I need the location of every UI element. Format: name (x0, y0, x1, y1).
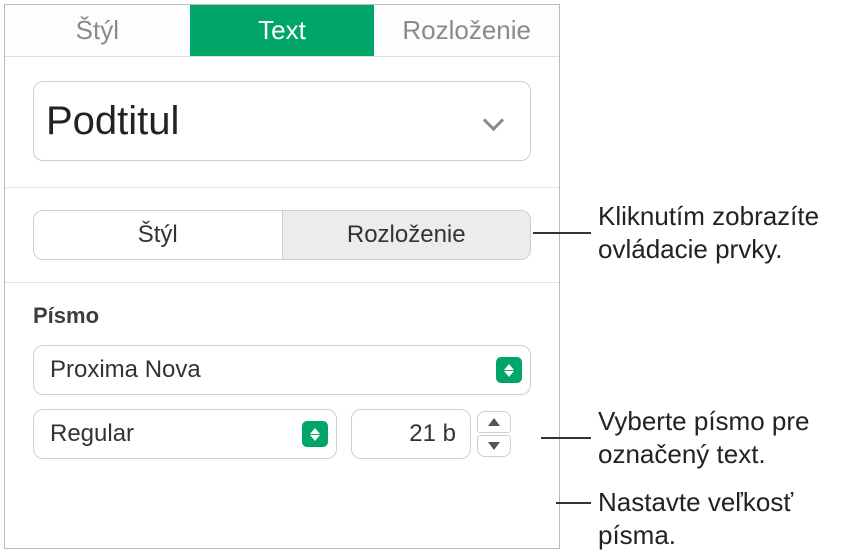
paragraph-style-value: Podtitul (46, 99, 179, 144)
popup-arrows-icon (496, 357, 522, 383)
chevron-up-icon (488, 418, 500, 426)
font-size-step-down[interactable] (477, 435, 511, 457)
callout-line (533, 232, 591, 234)
chevron-down-icon (482, 109, 506, 133)
subtab-style-label: Štýl (138, 221, 178, 249)
callout-set-size: Nastavte veľkosť písma. (598, 486, 860, 551)
subtab-layout[interactable]: Rozloženie (282, 211, 531, 259)
font-size-value: 21 b (409, 420, 456, 448)
main-tabs: Štýl Text Rozloženie (5, 5, 559, 57)
subtab-layout-label: Rozloženie (347, 221, 466, 249)
font-family-value: Proxima Nova (50, 356, 201, 384)
sub-tabs: Štýl Rozloženie (33, 210, 531, 260)
font-weight-value: Regular (50, 420, 134, 448)
tab-layout-label: Rozloženie (402, 15, 531, 46)
font-section-title: Písmo (33, 303, 531, 329)
tab-style-label: Štýl (76, 15, 119, 46)
font-size-input[interactable]: 21 b (351, 409, 471, 459)
callout-pick-font: Vyberte písmo pre označený text. (598, 405, 860, 470)
tab-layout[interactable]: Rozloženie (374, 5, 559, 56)
format-panel: Štýl Text Rozloženie Podtitul Štýl Rozlo… (4, 4, 560, 549)
tab-text-label: Text (258, 15, 306, 46)
callout-line (541, 437, 591, 439)
font-size-group: 21 b (351, 409, 531, 459)
divider (5, 187, 559, 188)
font-size-stepper (477, 409, 511, 459)
subtab-style[interactable]: Štýl (34, 211, 282, 259)
paragraph-style-picker[interactable]: Podtitul (33, 81, 531, 161)
tab-style[interactable]: Štýl (5, 5, 190, 56)
panel-content: Podtitul Štýl Rozloženie Písmo Proxima N… (5, 57, 559, 459)
tab-text[interactable]: Text (190, 5, 375, 56)
font-weight-select[interactable]: Regular (33, 409, 337, 459)
callout-controls: Kliknutím zobrazíte ovládacie prvky. (598, 200, 860, 265)
chevron-down-icon (488, 442, 500, 450)
font-size-step-up[interactable] (477, 411, 511, 433)
font-family-select[interactable]: Proxima Nova (33, 345, 531, 395)
divider (5, 282, 559, 283)
callout-line (556, 502, 591, 504)
font-row-2: Regular 21 b (33, 409, 531, 459)
popup-arrows-icon (302, 421, 328, 447)
